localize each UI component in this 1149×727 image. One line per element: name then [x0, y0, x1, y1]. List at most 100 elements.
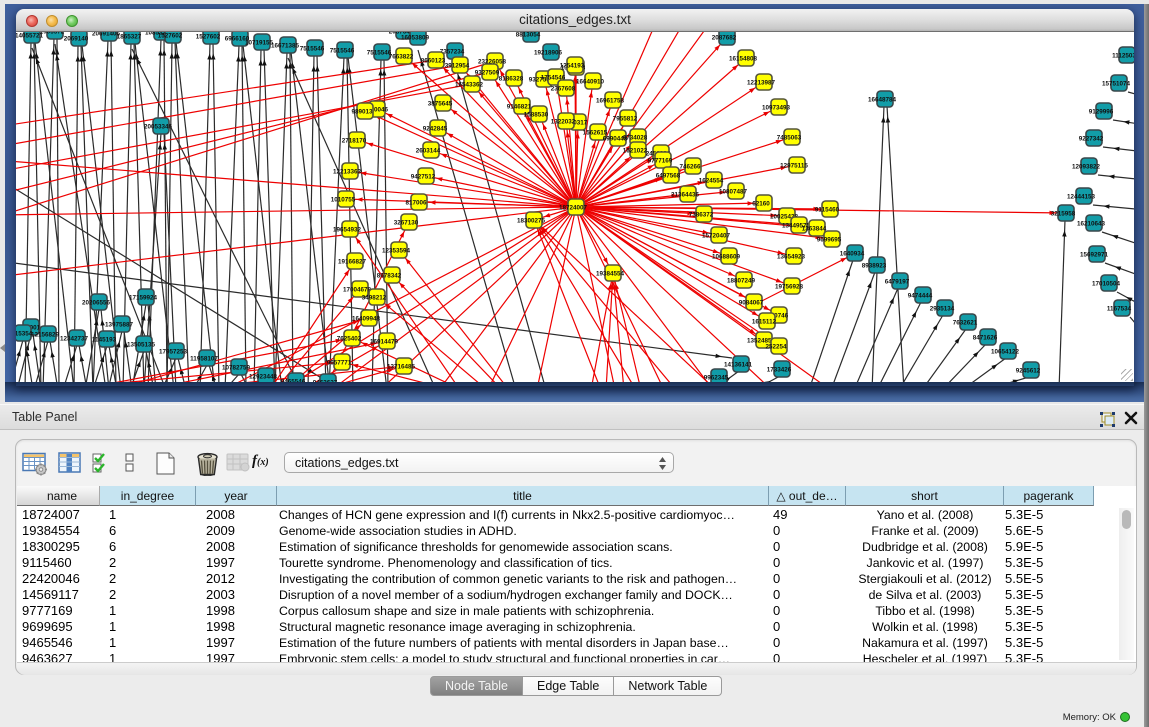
svg-text:7386372: 7386372 [689, 212, 714, 219]
svg-text:3498212: 3498212 [362, 295, 387, 302]
svg-text:8678342: 8678342 [377, 273, 402, 280]
svg-text:3215958: 3215958 [1051, 211, 1076, 218]
svg-text:10719155: 10719155 [245, 40, 274, 47]
svg-text:16640910: 16640910 [576, 79, 605, 86]
svg-text:7632621: 7632621 [953, 320, 978, 327]
svg-text:17010504: 17010504 [1092, 281, 1121, 288]
svg-text:1322032: 1322032 [551, 119, 576, 126]
svg-text:1112503: 1112503 [1112, 53, 1134, 60]
svg-text:6479197: 6479197 [885, 279, 910, 286]
svg-text:21364436: 21364436 [671, 192, 700, 199]
svg-text:1640934: 1640934 [840, 251, 865, 258]
svg-text:12093822: 12093822 [1072, 164, 1101, 171]
svg-text:8186328: 8186328 [499, 76, 524, 83]
svg-text:12213363: 12213363 [333, 169, 362, 176]
svg-text:19166827: 19166827 [338, 259, 367, 266]
svg-text:3912954: 3912954 [445, 63, 470, 70]
svg-text:1010755: 1010755 [331, 197, 356, 204]
svg-text:10807487: 10807487 [719, 189, 748, 196]
svg-text:16671385: 16671385 [271, 43, 300, 50]
svg-text:62160: 62160 [752, 201, 770, 208]
svg-text:746266: 746266 [679, 164, 701, 171]
svg-text:20053346: 20053346 [144, 124, 173, 131]
svg-text:9242845: 9242845 [423, 126, 448, 133]
svg-text:10654122: 10654122 [991, 349, 1020, 356]
svg-text:2603144: 2603144 [416, 148, 441, 155]
svg-text:9657771: 9657771 [327, 360, 352, 367]
svg-text:15692971: 15692971 [1080, 252, 1109, 259]
svg-text:8813054: 8813054 [516, 32, 541, 39]
svg-text:16409948: 16409948 [352, 316, 381, 323]
svg-text:6734028: 6734028 [623, 135, 648, 142]
svg-text:7955812: 7955812 [613, 116, 638, 123]
svg-text:1624554: 1624554 [699, 178, 724, 185]
svg-text:12213987: 12213987 [747, 80, 776, 87]
svg-text:14136141: 14136141 [724, 362, 753, 369]
svg-text:9699695: 9699695 [817, 237, 842, 244]
svg-text:1865327: 1865327 [117, 34, 142, 41]
svg-text:16648784: 16648784 [868, 97, 897, 104]
svg-text:2718170: 2718170 [342, 138, 367, 145]
svg-text:7515546: 7515546 [300, 46, 325, 53]
svg-text:9129996: 9129996 [1089, 109, 1114, 116]
svg-text:18724007: 18724007 [559, 205, 588, 212]
svg-text:10782759: 10782759 [222, 365, 251, 372]
svg-text:13716485: 13716485 [387, 364, 416, 371]
svg-text:16543362: 16543362 [455, 82, 484, 89]
svg-text:17159924: 17159924 [129, 295, 158, 302]
svg-text:11958107: 11958107 [190, 356, 218, 363]
svg-text:1615112: 1615112 [752, 319, 777, 326]
svg-text:1363844: 1363844 [802, 226, 827, 233]
svg-text:1167534: 1167534 [1107, 306, 1132, 313]
svg-text:13975887: 13975887 [105, 322, 134, 329]
svg-text:3875645: 3875645 [428, 101, 453, 108]
svg-text:10688609: 10688609 [712, 254, 741, 261]
svg-text:9084067: 9084067 [739, 300, 764, 307]
svg-text:16961758: 16961758 [596, 98, 625, 105]
svg-text:3267130: 3267130 [394, 220, 419, 227]
svg-text:19756928: 19756928 [775, 284, 804, 291]
svg-text:8938923: 8938923 [862, 263, 887, 270]
svg-text:7515546: 7515546 [330, 48, 355, 55]
svg-text:12156829: 12156829 [31, 332, 60, 339]
svg-text:12975115: 12975115 [780, 163, 808, 170]
svg-text:1621022: 1621022 [623, 148, 648, 155]
svg-text:9146821: 9146821 [507, 104, 532, 111]
svg-text:817006: 817006 [405, 200, 427, 207]
svg-text:19384554: 19384554 [596, 271, 625, 278]
svg-text:12923448: 12923448 [249, 374, 278, 381]
svg-text:13505135: 13505135 [127, 342, 156, 349]
svg-text:12444153: 12444153 [1067, 194, 1096, 201]
svg-text:989013: 989013 [351, 109, 373, 116]
svg-text:1145193: 1145193 [92, 337, 117, 344]
svg-text:7663822: 7663822 [389, 54, 414, 61]
svg-text:1527602: 1527602 [158, 33, 183, 40]
svg-text:9227342: 9227342 [1079, 136, 1104, 143]
svg-text:9245612: 9245612 [1016, 368, 1041, 375]
svg-text:2069140: 2069140 [64, 36, 89, 43]
svg-text:9427512: 9427512 [411, 174, 436, 181]
svg-text:17957253: 17957253 [159, 349, 188, 356]
svg-text:1905572: 1905572 [40, 32, 65, 36]
svg-text:7625402: 7625402 [337, 336, 362, 343]
svg-text:2087682: 2087682 [712, 35, 737, 42]
svg-text:9777169: 9777169 [648, 158, 673, 165]
svg-text:8471626: 8471626 [973, 335, 998, 342]
svg-text:20206556: 20206556 [82, 300, 111, 307]
svg-text:19654932: 19654932 [333, 227, 362, 234]
svg-text:16914479: 16914479 [370, 339, 399, 346]
svg-text:13654923: 13654923 [777, 254, 806, 261]
svg-text:2367608: 2367608 [551, 86, 576, 93]
svg-text:12353594: 12353594 [382, 248, 411, 255]
svg-text:16053809: 16053809 [401, 35, 430, 42]
svg-text:16154808: 16154808 [729, 56, 758, 63]
svg-text:9115460: 9115460 [815, 207, 840, 214]
svg-text:9463627: 9463627 [313, 380, 338, 383]
svg-text:1527602: 1527602 [196, 34, 221, 41]
svg-text:1733426: 1733426 [767, 367, 792, 374]
svg-text:2935134: 2935134 [930, 306, 955, 313]
svg-text:9465546: 9465546 [281, 379, 306, 383]
svg-text:17004678: 17004678 [343, 287, 372, 294]
svg-text:15751074: 15751074 [1102, 81, 1131, 88]
svg-text:18807249: 18807249 [727, 278, 756, 285]
